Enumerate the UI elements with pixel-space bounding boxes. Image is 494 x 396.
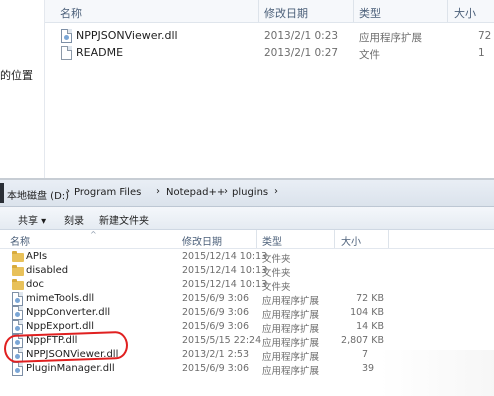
column-divider	[256, 230, 257, 248]
file-size: 14 KB	[356, 321, 384, 332]
pane-divider[interactable]	[44, 0, 45, 178]
file-name: doc	[26, 279, 44, 290]
column-header-size[interactable]: 大小	[454, 5, 476, 21]
column-divider	[334, 230, 335, 248]
highlight-circle-annotation	[3, 330, 129, 364]
file-modified: 2015/6/9 3:06	[182, 307, 250, 318]
column-header-name[interactable]: 名称	[10, 233, 30, 248]
file-type: 应用程序扩展	[262, 296, 320, 307]
file-size: 104 KB	[350, 307, 384, 318]
breadcrumb-program-files[interactable]: Program Files	[74, 187, 141, 198]
column-divider	[353, 0, 354, 22]
file-type: 文件	[359, 49, 380, 61]
list-item[interactable]: doc 2015/12/14 10:13 文件夹	[0, 278, 494, 293]
file-row[interactable]: NPPJSONViewer.dll 2013/2/1 0:23 应用程序扩展 7…	[45, 28, 494, 45]
file-size: 2,807 KB	[341, 335, 384, 346]
file-name: README	[76, 46, 124, 59]
file-size: 1	[478, 47, 485, 59]
file-name: NppExport.dll	[26, 321, 94, 332]
file-name: mimeTools.dll	[26, 293, 95, 304]
chevron-right-icon[interactable]: ›	[224, 186, 228, 197]
file-modified: 2015/5/15 22:24	[182, 335, 262, 346]
file-type: 文件夹	[262, 268, 291, 279]
column-header-name[interactable]: 名称	[60, 5, 82, 21]
file-modified: 2013/2/1 0:27	[264, 47, 339, 59]
file-row[interactable]: README 2013/2/1 0:27 文件 1	[45, 45, 494, 62]
dll-file-icon	[12, 292, 23, 306]
address-bar[interactable]: 本地磁盘 (D:) › Program Files › Notepad++ › …	[0, 180, 494, 207]
chevron-right-icon[interactable]: ›	[156, 186, 160, 197]
file-type: 应用程序扩展	[359, 32, 422, 44]
burn-button[interactable]: 刻录	[64, 212, 84, 227]
file-type: 应用程序扩展	[262, 310, 320, 321]
file-name: NppConverter.dll	[26, 307, 111, 318]
chevron-right-icon[interactable]: ›	[66, 186, 70, 197]
file-name: APIs	[26, 251, 48, 262]
column-header-modified[interactable]: 修改日期	[264, 5, 308, 21]
file-modified: 2015/6/9 3:06	[182, 363, 250, 374]
file-size: 7	[362, 349, 369, 360]
file-type: 应用程序扩展	[262, 366, 320, 377]
file-type: 应用程序扩展	[262, 352, 320, 363]
file-size: 39	[362, 363, 375, 374]
column-divider	[258, 0, 259, 22]
list-item[interactable]: NppConverter.dll 2015/6/9 3:06 应用程序扩展 10…	[0, 306, 494, 321]
column-header-size[interactable]: 大小	[341, 233, 361, 248]
command-toolbar: 共享 ▾ 刻录 新建文件夹	[0, 207, 494, 230]
navigation-pane: 的位置	[0, 0, 44, 178]
breadcrumb-notepadpp[interactable]: Notepad++	[166, 187, 225, 198]
list-item[interactable]: mimeTools.dll 2015/6/9 3:06 应用程序扩展 72 KB	[0, 292, 494, 307]
dll-file-icon	[12, 306, 23, 320]
folder-icon	[12, 251, 24, 262]
dll-file-icon	[12, 320, 23, 334]
column-divider	[447, 0, 448, 22]
folder-icon	[12, 265, 24, 276]
sort-up-icon: ^	[90, 230, 97, 239]
list-item[interactable]: APIs 2015/12/14 10:13 文件夹	[0, 250, 494, 265]
file-type: 应用程序扩展	[262, 324, 320, 335]
file-modified: 2015/6/9 3:06	[182, 321, 250, 332]
file-name: PluginManager.dll	[26, 363, 115, 374]
chevron-right-icon[interactable]: ›	[274, 186, 278, 197]
top-explorer-window: 的位置 名称 修改日期 类型 大小 NPPJSONViewer.dll 2013…	[0, 0, 494, 178]
file-type: 应用程序扩展	[262, 338, 320, 349]
file-modified: 2015/12/14 10:13	[182, 265, 268, 276]
list-item[interactable]: disabled 2015/12/14 10:13 文件夹	[0, 264, 494, 279]
file-type: 文件夹	[262, 282, 291, 293]
dll-file-icon	[12, 362, 23, 376]
file-size: 72 KB	[356, 293, 384, 304]
folder-icon	[12, 279, 24, 290]
file-icon	[61, 46, 72, 60]
new-folder-button[interactable]: 新建文件夹	[99, 212, 149, 227]
nav-location-label[interactable]: 的位置	[0, 67, 33, 83]
breadcrumb-plugins[interactable]: plugins	[232, 187, 268, 198]
breadcrumb-drive[interactable]: 本地磁盘 (D:)	[7, 187, 69, 202]
column-header-row: 名称 ^ 修改日期 类型 大小	[0, 230, 494, 249]
column-header-type[interactable]: 类型	[262, 233, 282, 248]
dll-file-icon	[61, 29, 72, 43]
blurred-overlay	[380, 350, 494, 396]
file-name: NPPJSONViewer.dll	[76, 29, 178, 42]
column-header-type[interactable]: 类型	[359, 5, 381, 21]
file-modified: 2015/12/14 10:13	[182, 279, 268, 290]
file-modified: 2015/12/14 10:13	[182, 251, 268, 262]
column-header-modified[interactable]: 修改日期	[182, 233, 222, 248]
share-button[interactable]: 共享 ▾	[18, 212, 46, 227]
column-header-row: 名称 修改日期 类型 大小	[45, 0, 494, 23]
file-modified: 2013/2/1 0:23	[264, 30, 339, 42]
file-size: 72	[478, 30, 492, 42]
file-modified: 2013/2/1 2:53	[182, 349, 250, 360]
file-name: disabled	[26, 265, 69, 276]
file-type: 文件夹	[262, 254, 291, 265]
file-modified: 2015/6/9 3:06	[182, 293, 250, 304]
column-divider	[388, 230, 389, 248]
back-button-edge[interactable]	[0, 183, 4, 203]
